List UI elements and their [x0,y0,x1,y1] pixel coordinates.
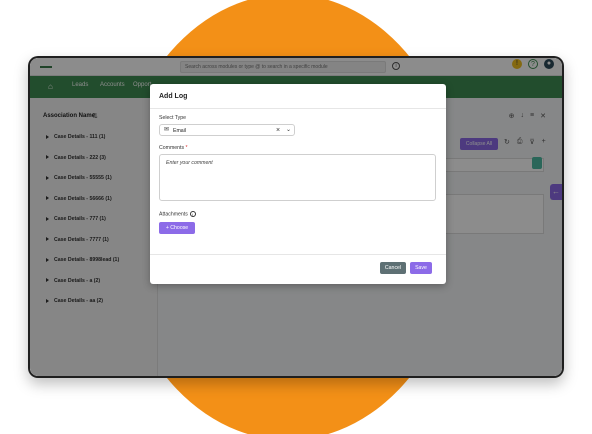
modal-title: Add Log [159,93,188,100]
cancel-button[interactable]: Cancel [380,262,406,274]
app-screen: Search across modules or type @ to searc… [30,58,562,376]
required-marker: * [185,145,188,151]
comments-placeholder: Enter your comment [166,160,213,166]
select-type-dropdown[interactable]: ✉ Email × ⌄ [159,124,295,136]
divider [150,254,446,255]
select-type-value: Email [173,128,186,134]
chevron-down-icon[interactable]: ⌄ [286,126,291,135]
stage: Search across modules or type @ to searc… [0,0,592,434]
add-log-modal: Add Log Select Type ✉ Email × ⌄ Comments… [150,84,446,284]
choose-file-button[interactable]: + Choose [159,222,195,234]
device-frame: Search across modules or type @ to searc… [28,56,564,378]
comments-label-text: Comments [159,145,185,151]
plus-icon: + [165,225,169,231]
info-icon[interactable]: i [189,211,196,217]
choose-label: Choose [170,225,189,231]
attachments-label: Attachments i [159,211,196,217]
save-button[interactable]: Save [410,262,432,274]
clear-icon[interactable]: × [276,126,280,135]
comments-label: Comments * [159,145,188,151]
select-type-label: Select Type [159,115,187,121]
mail-icon: ✉ [164,127,170,133]
attachments-label-text: Attachments [159,211,188,218]
comments-textarea[interactable]: Enter your comment [159,154,436,201]
divider [150,108,446,109]
